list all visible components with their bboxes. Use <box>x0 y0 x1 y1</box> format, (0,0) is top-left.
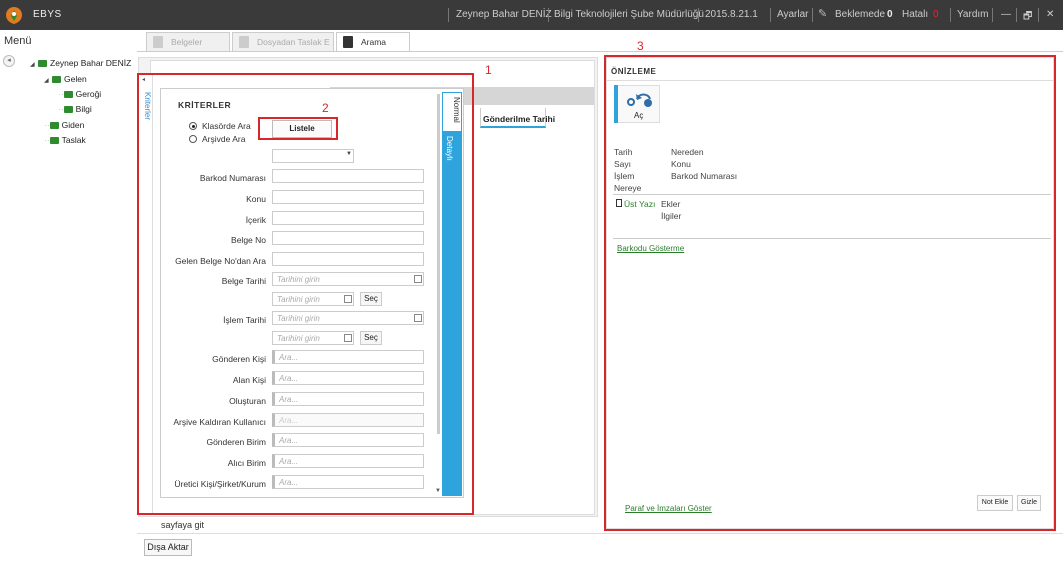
sidebar-collapse-button[interactable]: ◂ <box>3 55 15 67</box>
folder-icon <box>63 91 73 98</box>
tree-item-bilgi[interactable]: ·· Bilgi <box>58 104 92 114</box>
caret-down-icon: ◢ <box>44 78 49 84</box>
close-button[interactable]: ✕ <box>1046 9 1054 20</box>
version-label: 2015.8.21.1 <box>705 9 758 20</box>
app-logo-icon <box>6 7 22 24</box>
tab-dosyadan-taslak[interactable]: Dosyadan Taslak E <box>232 32 334 51</box>
folder-icon <box>52 76 61 83</box>
divider <box>770 8 771 22</box>
title-bar: EBYS Zeynep Bahar DENİZ Bilgi Teknolojil… <box>0 0 1063 30</box>
annotation-box-2 <box>258 117 338 140</box>
document-icon <box>153 36 163 48</box>
restore-button[interactable]: 🗗 <box>1023 9 1032 26</box>
app-title: EBYS <box>33 9 62 20</box>
tree-label: Bilgi <box>75 104 92 114</box>
user-name[interactable]: Zeynep Bahar DENİZ <box>456 9 552 20</box>
divider <box>992 8 993 22</box>
help-link[interactable]: Yardım <box>957 9 989 20</box>
tree-label: Zeynep Bahar DENİZ <box>50 58 132 68</box>
annotation-number-1: 1 <box>485 63 492 77</box>
divider <box>698 8 699 22</box>
pending-link[interactable]: Beklemede <box>835 9 885 20</box>
folder-icon <box>63 106 73 113</box>
annotation-number-3: 3 <box>637 39 644 53</box>
folder-icon <box>49 137 59 144</box>
settings-link[interactable]: Ayarlar <box>777 9 809 20</box>
tab-belgeler[interactable]: Belgeler <box>146 32 230 51</box>
tree-item-giden[interactable]: ·· Giden <box>44 120 84 130</box>
paginate-label[interactable]: sayfaya git <box>161 520 204 530</box>
tree-item-gerogi[interactable]: ·· Geroği <box>58 89 101 99</box>
book-icon <box>343 36 353 48</box>
pending-count: 0 <box>887 9 893 20</box>
divider <box>950 8 951 22</box>
tab-label: Belgeler <box>171 37 203 47</box>
tree-item-taslak[interactable]: ·· Taslak <box>44 135 86 145</box>
department-name: Bilgi Teknolojileri Şube Müdürlüğü <box>554 9 704 20</box>
pencil-icon: ✎ <box>818 8 828 20</box>
column-header-gonderilme-tarihi[interactable]: Gönderilme Tarihi <box>480 108 555 128</box>
tab-label: Arama <box>361 37 387 47</box>
folder-icon <box>49 122 59 129</box>
document-icon <box>239 36 249 48</box>
annotation-box-3 <box>604 55 1056 531</box>
divider <box>812 8 813 22</box>
tree-item-gelen[interactable]: ◢ Gelen <box>44 74 87 84</box>
caret-down-icon: ◢ <box>30 62 35 68</box>
divider <box>1038 8 1039 22</box>
error-count: 0 <box>933 9 939 20</box>
tab-arama[interactable]: Arama <box>336 32 410 52</box>
tree-label: Giden <box>61 120 85 130</box>
folder-icon <box>38 60 47 67</box>
divider <box>137 51 1063 52</box>
tree-item-root[interactable]: ◢ Zeynep Bahar DENİZ <box>30 58 131 68</box>
divider <box>448 8 449 22</box>
tree-label: Gelen <box>64 74 87 84</box>
tab-label: Dosyadan Taslak E <box>257 37 330 47</box>
menu-label: Menü <box>4 35 32 47</box>
export-button[interactable]: Dışa Aktar <box>144 539 192 556</box>
tree-label: Geroği <box>75 89 102 99</box>
divider <box>1016 8 1017 22</box>
annotation-number-2: 2 <box>322 101 329 115</box>
divider <box>137 533 1063 534</box>
minimize-button[interactable]: — <box>1001 9 1011 20</box>
tree-label: Taslak <box>61 135 86 145</box>
divider <box>548 8 549 22</box>
error-link[interactable]: Hatalı <box>902 9 928 20</box>
